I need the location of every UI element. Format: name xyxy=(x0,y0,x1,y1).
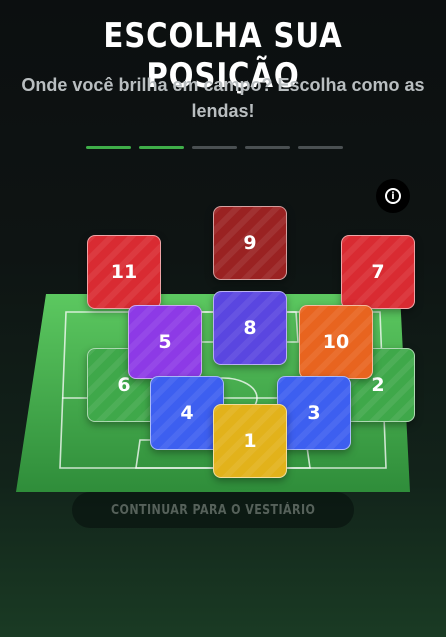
position-card-5[interactable]: 5 xyxy=(128,305,202,379)
progress-step-4 xyxy=(245,146,290,149)
progress-step-5 xyxy=(298,146,343,149)
progress-step-1 xyxy=(86,146,131,149)
continue-button[interactable]: CONTINUAR PARA O VESTIÁRIO xyxy=(72,492,354,528)
position-card-1[interactable]: 1 xyxy=(213,404,287,478)
position-card-3[interactable]: 3 xyxy=(277,376,351,450)
position-card-9[interactable]: 9 xyxy=(213,206,287,280)
progress-step-2 xyxy=(139,146,184,149)
info-icon: i xyxy=(385,188,401,204)
position-card-10[interactable]: 10 xyxy=(299,305,373,379)
position-card-11[interactable]: 11 xyxy=(87,235,161,309)
step-progress xyxy=(86,146,343,149)
position-card-8[interactable]: 8 xyxy=(213,291,287,365)
position-card-7[interactable]: 7 xyxy=(341,235,415,309)
progress-step-3 xyxy=(192,146,237,149)
page-subtitle: Onde você brilha em campo? Escolha como … xyxy=(21,75,425,121)
info-button[interactable]: i xyxy=(376,179,410,213)
